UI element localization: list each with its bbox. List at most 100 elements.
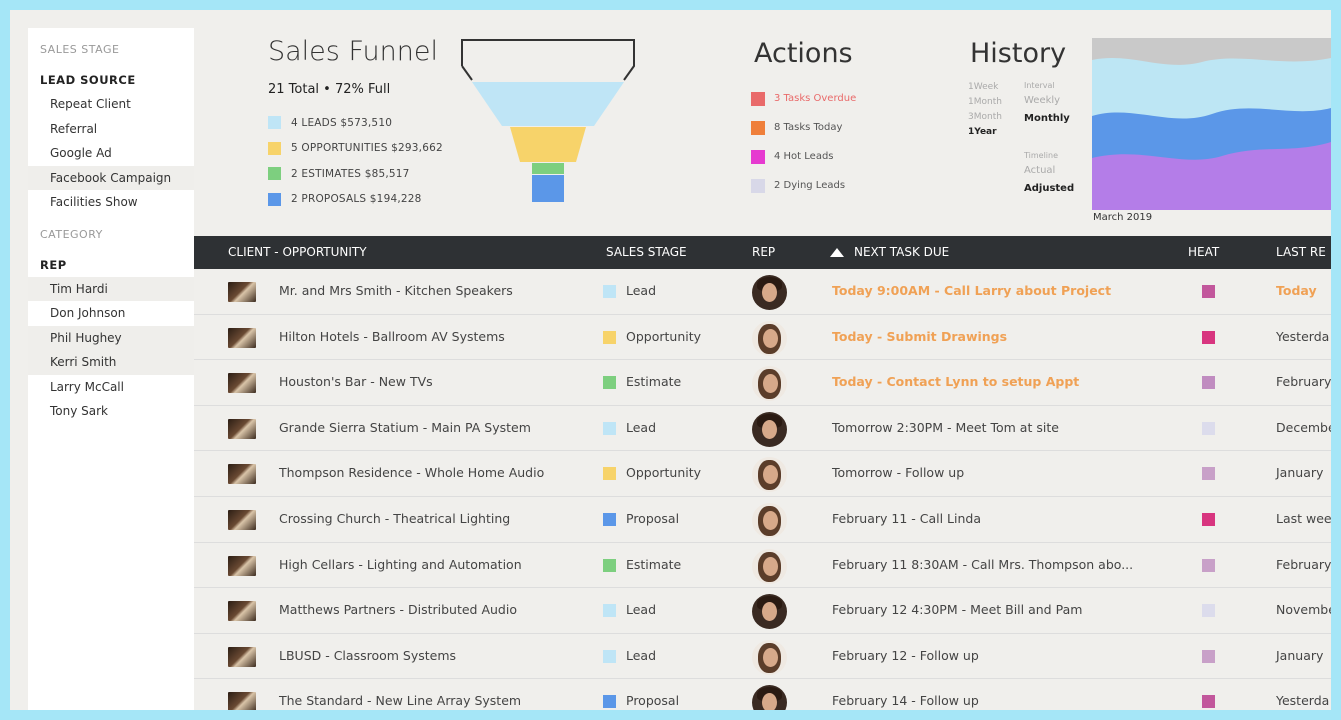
- history-date: March 2019: [1093, 212, 1153, 223]
- next-task-due[interactable]: February 11 8:30AM - Call Mrs. Thompson …: [832, 557, 1133, 572]
- opportunity-thumbnail: [228, 282, 256, 302]
- legend-label: 4 LEADS $573,510: [291, 116, 393, 129]
- rep-avatar[interactable]: [752, 548, 787, 584]
- category-filter-heading[interactable]: CATEGORY: [28, 223, 194, 247]
- client-opportunity[interactable]: Hilton Hotels - Ballroom AV Systems: [279, 329, 505, 344]
- table-row[interactable]: Mr. and Mrs Smith - Kitchen Speakers Lea…: [194, 269, 1331, 315]
- table-row[interactable]: The Standard - New Line Array System Pro…: [194, 679, 1331, 710]
- last-contact: Yesterda: [1276, 693, 1330, 709]
- timeline-actual[interactable]: Actual: [1024, 162, 1074, 180]
- next-task-due[interactable]: Tomorrow 2:30PM - Meet Tom at site: [832, 420, 1059, 435]
- action-dying-leads[interactable]: 2 Dying Leads: [751, 171, 856, 200]
- avatar-face: [762, 602, 777, 622]
- rep-avatar[interactable]: [752, 685, 787, 710]
- rep-item-tony-sark[interactable]: Tony Sark: [28, 399, 194, 424]
- client-opportunity[interactable]: Matthews Partners - Distributed Audio: [279, 602, 517, 617]
- lead-source-item-google-ad[interactable]: Google Ad: [28, 141, 194, 166]
- action-label: 3 Tasks Overdue: [774, 93, 857, 104]
- client-opportunity[interactable]: Grande Sierra Statium - Main PA System: [279, 420, 531, 435]
- period-1week[interactable]: 1Week: [968, 80, 1002, 95]
- history-title: History: [970, 38, 1067, 69]
- rep-avatar[interactable]: [752, 594, 787, 630]
- sales-stage-swatch: [603, 649, 616, 663]
- client-opportunity[interactable]: Houston's Bar - New TVs: [279, 374, 433, 389]
- legend-item-leads[interactable]: 4 LEADS $573,510: [268, 110, 443, 136]
- period-3month[interactable]: 3Month: [968, 110, 1002, 125]
- funnel-leads-segment[interactable]: [472, 82, 624, 126]
- header-rep[interactable]: REP: [752, 236, 775, 269]
- funnel-estimates-segment[interactable]: [532, 163, 564, 174]
- action-label: 8 Tasks Today: [774, 122, 843, 133]
- client-opportunity[interactable]: LBUSD - Classroom Systems: [279, 648, 456, 663]
- funnel-legend: 4 LEADS $573,510 5 OPPORTUNITIES $293,66…: [268, 110, 443, 212]
- rep-avatar[interactable]: [752, 275, 787, 310]
- rep-item-kerri-smith[interactable]: Kerri Smith: [28, 350, 194, 375]
- table-row[interactable]: LBUSD - Classroom Systems Lead February …: [194, 634, 1331, 680]
- period-1year[interactable]: 1Year: [968, 125, 1002, 140]
- next-task-due[interactable]: February 12 - Follow up: [832, 648, 979, 663]
- heat-swatch: [1202, 421, 1215, 435]
- client-opportunity[interactable]: Crossing Church - Theatrical Lighting: [279, 511, 510, 526]
- table-row[interactable]: Thompson Residence - Whole Home Audio Op…: [194, 451, 1331, 497]
- next-task-due[interactable]: Today - Submit Drawings: [832, 329, 1007, 344]
- action-tasks-overdue[interactable]: 3 Tasks Overdue: [751, 84, 856, 113]
- rep-filter-heading[interactable]: REP: [28, 253, 194, 277]
- action-hot-leads[interactable]: 4 Hot Leads: [751, 142, 856, 171]
- header-last[interactable]: LAST RE: [1276, 236, 1326, 269]
- interval-monthly[interactable]: Monthly: [1024, 110, 1070, 128]
- rep-item-larry-mccall[interactable]: Larry McCall: [28, 375, 194, 400]
- sales-stage-filter-heading[interactable]: SALES STAGE: [28, 38, 194, 62]
- header-heat[interactable]: HEAT: [1188, 236, 1219, 269]
- next-task-due[interactable]: February 14 - Follow up: [832, 693, 979, 708]
- next-task-due[interactable]: February 11 - Call Linda: [832, 511, 981, 526]
- table-row[interactable]: Houston's Bar - New TVs Estimate Today -…: [194, 360, 1331, 406]
- legend-item-opportunities[interactable]: 5 OPPORTUNITIES $293,662: [268, 136, 443, 162]
- rep-avatar[interactable]: [752, 639, 787, 675]
- next-task-due[interactable]: Today - Contact Lynn to setup Appt: [832, 374, 1079, 389]
- lead-source-item-facilities-show[interactable]: Facilities Show: [28, 190, 194, 215]
- client-opportunity[interactable]: High Cellars - Lighting and Automation: [279, 557, 522, 572]
- heat-swatch: [1202, 285, 1215, 298]
- heat-swatch: [1202, 330, 1215, 344]
- client-opportunity[interactable]: Mr. and Mrs Smith - Kitchen Speakers: [279, 283, 513, 298]
- timeline-adjusted[interactable]: Adjusted: [1024, 180, 1074, 198]
- client-opportunity[interactable]: The Standard - New Line Array System: [279, 693, 521, 708]
- header-next-task[interactable]: NEXT TASK DUE: [830, 236, 949, 269]
- lead-source-item-referral[interactable]: Referral: [28, 117, 194, 142]
- funnel-graphic: [461, 39, 635, 202]
- legend-item-proposals[interactable]: 2 PROPOSALS $194,228: [268, 187, 443, 213]
- lead-source-item-facebook-campaign[interactable]: Facebook Campaign: [28, 165, 194, 190]
- history-area-chart[interactable]: [1092, 38, 1331, 210]
- rep-item-don-johnson[interactable]: Don Johnson: [28, 301, 194, 326]
- lead-source-item-repeat-client[interactable]: Repeat Client: [28, 92, 194, 117]
- funnel-proposals-segment[interactable]: [532, 175, 564, 202]
- next-task-due[interactable]: Tomorrow - Follow up: [832, 465, 964, 480]
- table-row[interactable]: Matthews Partners - Distributed Audio Le…: [194, 588, 1331, 634]
- header-sales-stage[interactable]: SALES STAGE: [606, 236, 687, 269]
- next-task-due[interactable]: February 12 4:30PM - Meet Bill and Pam: [832, 602, 1082, 617]
- rep-avatar[interactable]: [752, 366, 787, 402]
- legend-item-estimates[interactable]: 2 ESTIMATES $85,517: [268, 161, 443, 187]
- heat-swatch: [1202, 604, 1215, 618]
- lead-source-filter-heading[interactable]: LEAD SOURCE: [28, 68, 194, 92]
- funnel-opportunities-segment[interactable]: [510, 127, 586, 162]
- last-contact: Novembe: [1276, 602, 1331, 618]
- action-tasks-today[interactable]: 8 Tasks Today: [751, 113, 856, 142]
- table-row[interactable]: Hilton Hotels - Ballroom AV Systems Oppo…: [194, 315, 1331, 361]
- rep-item-tim-hardi[interactable]: Tim Hardi: [28, 276, 194, 301]
- next-task-due[interactable]: Today 9:00AM - Call Larry about Project: [832, 283, 1111, 298]
- table-row[interactable]: Grande Sierra Statium - Main PA System L…: [194, 406, 1331, 452]
- sales-stage-swatch: [603, 376, 616, 390]
- rep-avatar[interactable]: [752, 411, 787, 447]
- rep-item-phil-hughey[interactable]: Phil Hughey: [28, 325, 194, 350]
- client-opportunity[interactable]: Thompson Residence - Whole Home Audio: [279, 465, 544, 480]
- rep-avatar[interactable]: [752, 320, 787, 356]
- table-row[interactable]: High Cellars - Lighting and Automation E…: [194, 543, 1331, 589]
- header-client[interactable]: CLIENT - OPPORTUNITY: [228, 236, 367, 269]
- rep-avatar[interactable]: [752, 457, 787, 493]
- period-1month[interactable]: 1Month: [968, 95, 1002, 110]
- rep-avatar[interactable]: [752, 502, 787, 538]
- table-row[interactable]: Crossing Church - Theatrical Lighting Pr…: [194, 497, 1331, 543]
- interval-weekly[interactable]: Weekly: [1024, 92, 1070, 110]
- avatar-face: [762, 283, 777, 302]
